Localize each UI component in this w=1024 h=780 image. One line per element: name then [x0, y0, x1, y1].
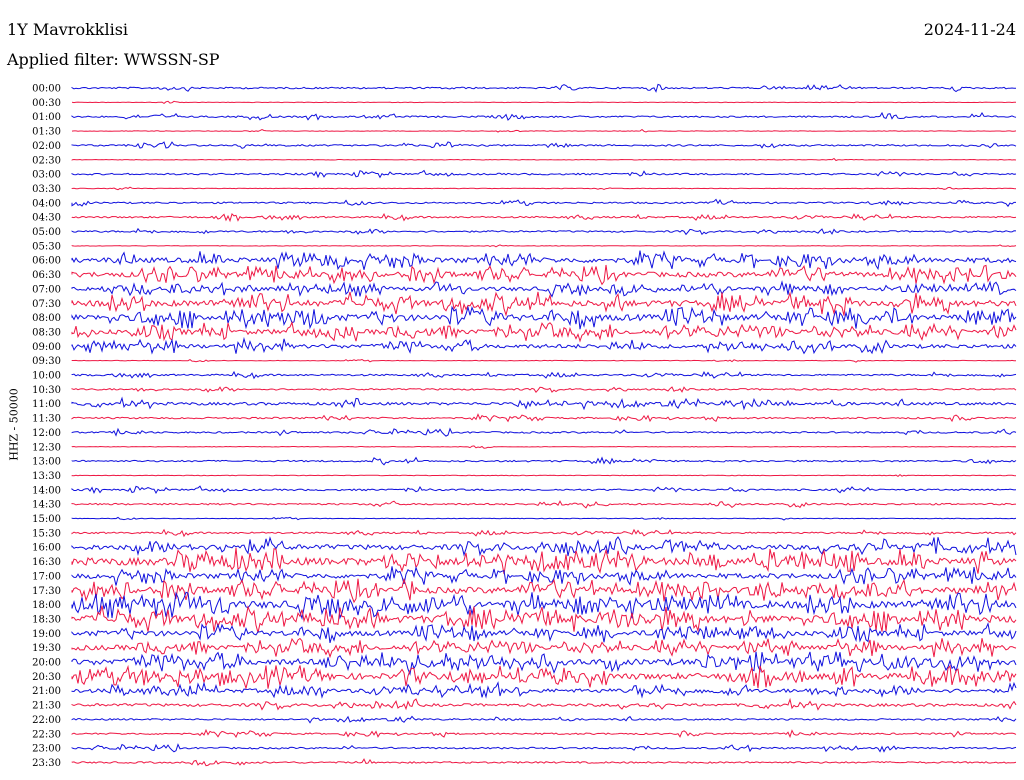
row-time-label: 04:30	[32, 213, 61, 224]
row-time-label: 18:00	[32, 600, 61, 611]
trace-line	[71, 291, 1017, 317]
row-time-label: 18:30	[32, 614, 61, 625]
trace-line	[71, 227, 1017, 236]
trace-line	[71, 681, 1017, 699]
row-time-label: 14:00	[32, 485, 61, 496]
trace-line	[71, 336, 1017, 355]
row-time-label: 16:30	[32, 557, 61, 568]
row-time-label: 09:30	[32, 356, 61, 367]
row-time-label: 07:30	[32, 299, 61, 310]
trace-line	[71, 743, 1017, 753]
row-time-label: 20:00	[32, 658, 61, 669]
row-time-label: 19:30	[32, 643, 61, 654]
trace-line	[71, 250, 1017, 271]
row-time-label: 01:30	[32, 127, 61, 138]
row-time-label: 12:30	[32, 442, 61, 453]
trace-line	[71, 456, 1017, 466]
row-time-label: 04:00	[32, 198, 61, 209]
row-time-label: 23:00	[32, 744, 61, 755]
trace-line	[71, 157, 1017, 162]
row-time-label: 02:30	[32, 155, 61, 166]
row-time-label: 05:00	[32, 227, 61, 238]
row-time-label: 01:00	[32, 112, 61, 123]
trace-line	[71, 169, 1017, 179]
row-time-label: 15:30	[32, 528, 61, 539]
row-time-label: 06:30	[32, 270, 61, 281]
trace-line	[71, 141, 1017, 149]
trace-line	[71, 264, 1017, 286]
row-time-label: 05:30	[32, 241, 61, 252]
row-time-label: 00:00	[32, 84, 61, 95]
trace-line	[71, 413, 1017, 423]
row-time-label: 00:30	[32, 98, 61, 109]
row-time-label: 06:00	[32, 256, 61, 267]
row-time-label: 03:30	[32, 184, 61, 195]
row-time-label: 02:00	[32, 141, 61, 152]
trace-line	[71, 320, 1017, 343]
trace-line	[71, 664, 1017, 690]
trace-line	[71, 83, 1017, 93]
trace-line	[71, 715, 1017, 724]
trace-line	[71, 485, 1017, 495]
trace-line	[71, 697, 1017, 711]
row-time-label: 22:30	[32, 729, 61, 740]
row-time-label: 08:30	[32, 327, 61, 338]
row-time-label: 03:00	[32, 170, 61, 181]
row-time-label: 13:00	[32, 457, 61, 468]
row-time-label: 13:30	[32, 471, 61, 482]
trace-line	[71, 427, 1017, 437]
trace-line	[71, 445, 1017, 449]
trace-line	[71, 198, 1016, 208]
trace-line	[71, 528, 1017, 538]
trace-line	[71, 244, 1017, 248]
trace-line	[71, 128, 1017, 133]
row-time-label: 14:30	[32, 500, 61, 511]
seismogram-plot: 00:00 00:30 01:00 01:30 02:00 02:30 03:00 03:30…	[32, 83, 1017, 769]
trace-line	[71, 651, 1017, 676]
row-time-label: 21:30	[32, 701, 61, 712]
trace-line	[71, 473, 1017, 478]
trace-line	[71, 100, 1016, 105]
trace-line	[71, 386, 1017, 394]
row-time-label: 19:00	[32, 629, 61, 640]
row-time-label: 12:00	[32, 428, 61, 439]
row-time-label: 16:00	[32, 543, 61, 554]
row-time-label: 15:00	[32, 514, 61, 525]
row-time-label: 20:30	[32, 672, 61, 683]
trace-line	[71, 396, 1017, 411]
row-time-label: 21:00	[32, 686, 61, 697]
row-time-label: 07:00	[32, 284, 61, 295]
trace-line	[71, 280, 1017, 298]
trace-line	[71, 212, 1017, 223]
trace-line	[71, 605, 1017, 633]
trace-line	[71, 728, 1017, 739]
row-time-label: 11:30	[32, 414, 61, 425]
row-time-label: 11:00	[32, 399, 61, 410]
row-time-label: 17:30	[32, 586, 61, 597]
trace-line	[71, 500, 1017, 509]
trace-line	[71, 111, 1017, 121]
row-time-label: 09:00	[32, 342, 61, 353]
row-time-label: 10:30	[32, 385, 61, 396]
trace-line	[71, 370, 1017, 380]
row-time-label: 17:00	[32, 571, 61, 582]
row-time-label: 10:00	[32, 371, 61, 382]
trace-line	[71, 186, 1017, 191]
trace-line	[71, 536, 1017, 557]
trace-line	[71, 516, 1017, 521]
row-time-label: 22:00	[32, 715, 61, 726]
row-time-label: 23:30	[32, 758, 61, 769]
row-time-label: 08:00	[32, 313, 61, 324]
trace-line	[71, 358, 1016, 363]
trace-line	[71, 577, 1017, 604]
trace-line	[71, 547, 1017, 575]
trace-line	[71, 758, 1017, 767]
